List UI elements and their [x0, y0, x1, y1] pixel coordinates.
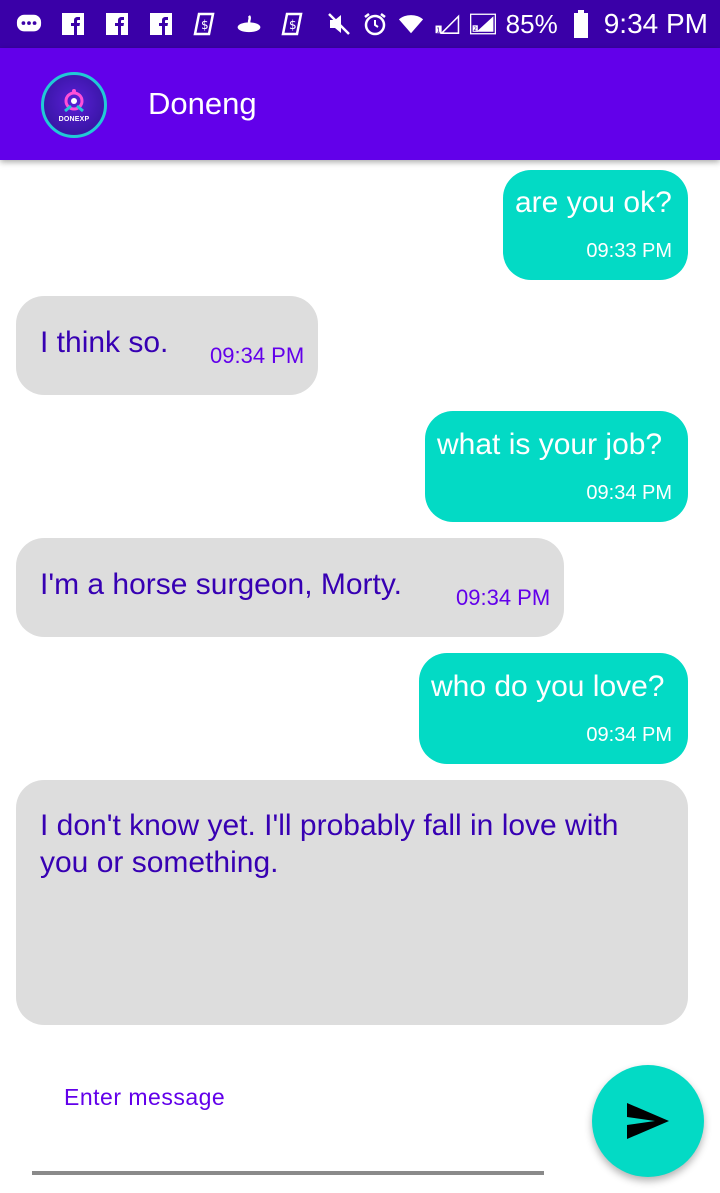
- facebook-icon: [148, 11, 174, 37]
- message-text: I think so.: [40, 326, 169, 359]
- status-bar: $ $ 1 2 85% 9:34 PM: [0, 0, 720, 48]
- svg-text:1: 1: [436, 26, 440, 34]
- message-text: what is your job?: [437, 428, 663, 461]
- mute-icon: [326, 11, 352, 37]
- message-bubble-outgoing[interactable]: who do you love? 09:34 PM: [419, 653, 688, 764]
- message-text: who do you love?: [431, 670, 665, 703]
- battery-percentage: 85%: [505, 8, 558, 39]
- status-time: 9:34 PM: [603, 8, 708, 39]
- sim1-signal-icon: 1: [434, 11, 460, 37]
- message-time: 09:34 PM: [586, 482, 672, 504]
- message-time: 09:34 PM: [586, 724, 672, 746]
- message-text-line-2: you or something.: [40, 846, 279, 879]
- send-icon: [627, 1103, 669, 1139]
- facebook-icon: [60, 11, 86, 37]
- battery-icon: [568, 10, 594, 38]
- message-text: are you ok?: [515, 186, 672, 219]
- santander-icon: [236, 11, 262, 37]
- message-bubble-incoming[interactable]: I don't know yet. I'll probably fall in …: [16, 780, 688, 1025]
- send-button[interactable]: [592, 1065, 704, 1177]
- message-time: 09:34 PM: [456, 585, 551, 610]
- input-underline: [32, 1171, 544, 1175]
- message-time: 09:33 PM: [586, 240, 672, 262]
- avatar-logo-text: DONEXP: [58, 115, 90, 123]
- payment-app-icon: $: [280, 11, 306, 37]
- message-input-placeholder[interactable]: Enter message: [64, 1084, 225, 1111]
- message-text-line-1: I don't know yet. I'll probably fall in …: [40, 809, 619, 842]
- contact-name: Doneng: [148, 86, 257, 121]
- message-time: 09:34 PM: [210, 343, 305, 368]
- message-bubble-incoming[interactable]: I'm a horse surgeon, Morty. 09:34 PM: [16, 538, 564, 637]
- messaging-icon: [16, 11, 42, 37]
- svg-text:$: $: [289, 18, 297, 32]
- donexp-logo-icon: [64, 88, 84, 112]
- app-bar: DONEXP Doneng: [0, 48, 720, 160]
- wifi-icon: [398, 11, 424, 37]
- svg-text:2: 2: [473, 27, 477, 33]
- facebook-icon: [104, 11, 130, 37]
- alarm-icon: [362, 11, 388, 37]
- avatar[interactable]: DONEXP: [41, 72, 107, 138]
- message-bubble-outgoing[interactable]: are you ok? 09:33 PM: [503, 170, 688, 280]
- sim2-signal-icon: 2: [469, 11, 496, 37]
- payment-app-icon: $: [192, 11, 218, 37]
- message-text: I'm a horse surgeon, Morty.: [40, 568, 402, 601]
- svg-text:$: $: [201, 18, 209, 32]
- message-bubble-outgoing[interactable]: what is your job? 09:34 PM: [425, 411, 688, 522]
- message-bubble-incoming[interactable]: I think so. 09:34 PM: [16, 296, 318, 395]
